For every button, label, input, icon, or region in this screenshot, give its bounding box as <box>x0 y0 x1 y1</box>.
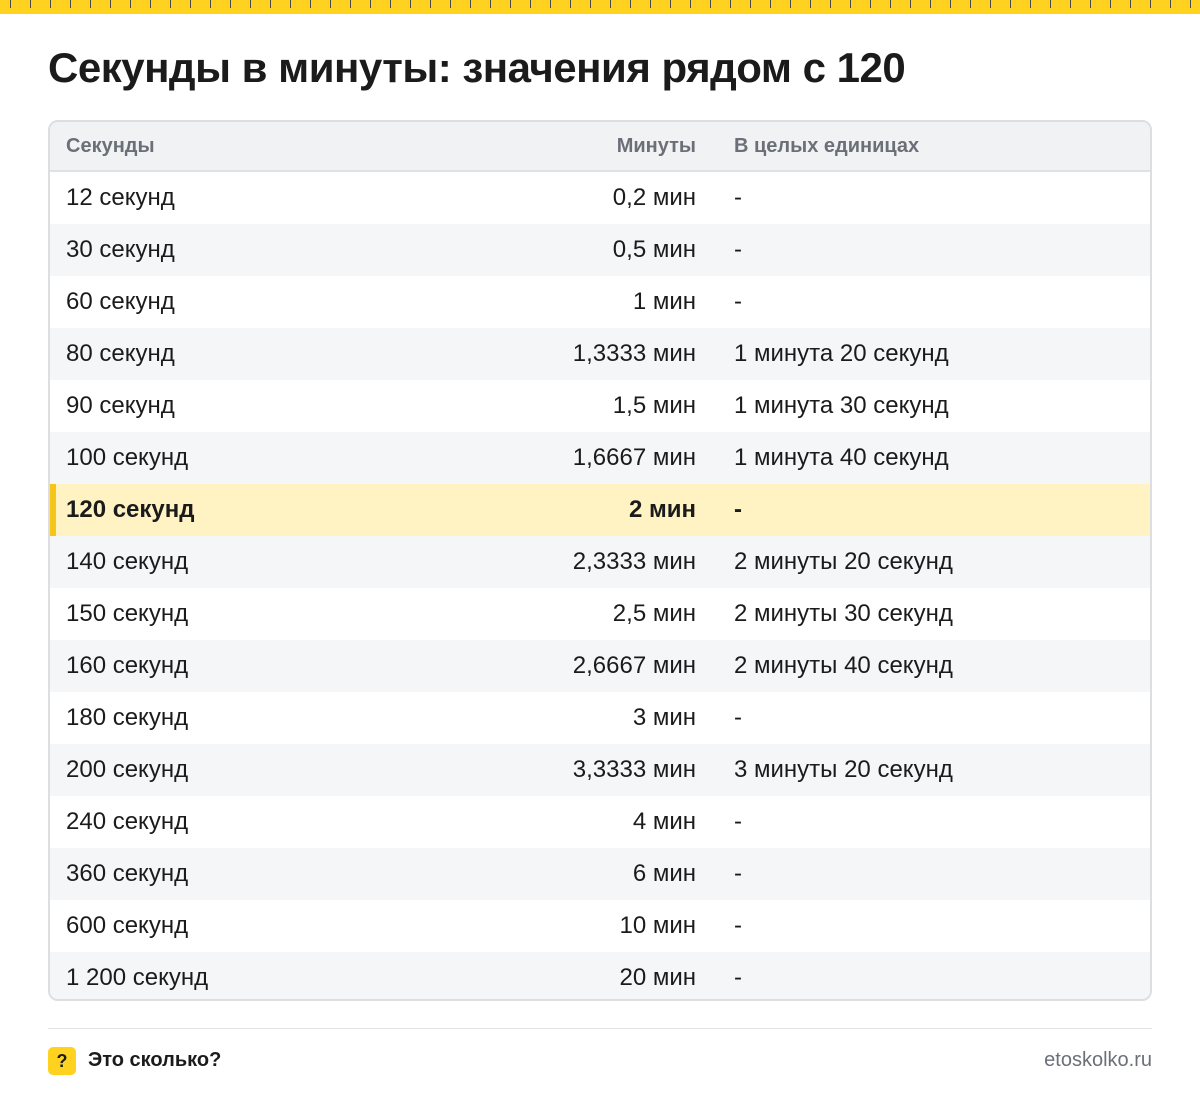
cell-whole-units: 1 минута 20 секунд <box>734 340 949 367</box>
table-row: 90 секунд 1,5 мин 1 минута 30 секунд <box>50 380 1150 432</box>
cell-whole-units: 1 минута 30 секунд <box>734 392 949 419</box>
table-row-highlighted: 120 секунд 2 мин - <box>50 484 1150 536</box>
table-row: 200 секунд 3,3333 мин 3 минуты 20 секунд <box>50 744 1150 796</box>
cell-seconds: 200 секунд <box>66 756 189 783</box>
cell-minutes: 10 мин <box>619 912 696 939</box>
table-row: 30 секунд 0,5 мин - <box>50 224 1150 276</box>
brand-logo-icon: ? <box>48 1047 76 1075</box>
cell-whole-units: - <box>734 288 742 315</box>
table-row: 140 секунд 2,3333 мин 2 минуты 20 секунд <box>50 536 1150 588</box>
cell-whole-units: 2 минуты 40 секунд <box>734 652 953 679</box>
cell-seconds: 30 секунд <box>66 236 175 263</box>
cell-seconds: 12 секунд <box>66 184 175 211</box>
cell-seconds: 140 секунд <box>66 548 189 575</box>
cell-whole-units: - <box>734 496 742 523</box>
cell-minutes: 2,3333 мин <box>572 548 696 575</box>
page-title: Секунды в минуты: значения рядом с 120 <box>48 44 906 91</box>
table-row: 240 секунд 4 мин - <box>50 796 1150 848</box>
cell-whole-units: - <box>734 860 742 887</box>
cell-whole-units: 2 минуты 30 секунд <box>734 600 953 627</box>
cell-seconds: 160 секунд <box>66 652 189 679</box>
table-row: 160 секунд 2,6667 мин 2 минуты 40 секунд <box>50 640 1150 692</box>
brand-name: Это сколько? <box>88 1049 222 1071</box>
cell-whole-units: - <box>734 964 742 991</box>
cell-minutes: 1,3333 мин <box>572 340 696 367</box>
cell-minutes: 0,5 мин <box>612 236 696 263</box>
cell-whole-units: - <box>734 808 742 835</box>
cell-minutes: 2 мин <box>628 496 696 523</box>
footer-divider <box>48 1028 1152 1029</box>
table-row: 150 секунд 2,5 мин 2 минуты 30 секунд <box>50 588 1150 640</box>
cell-seconds: 60 секунд <box>66 288 175 315</box>
table-row: 1 200 секунд 20 мин - <box>50 952 1150 999</box>
cell-whole-units: 2 минуты 20 секунд <box>734 548 953 575</box>
cell-minutes: 3 мин <box>632 704 696 731</box>
cell-whole-units: - <box>734 912 742 939</box>
header-whole-units: В целых единицах <box>734 134 920 157</box>
table-row: 60 секунд 1 мин - <box>50 276 1150 328</box>
conversion-table: Секунды Минуты В целых единицах 12 секун… <box>48 120 1152 1001</box>
cell-seconds: 120 секунд <box>66 496 195 523</box>
cell-whole-units: - <box>734 184 742 211</box>
cell-minutes: 2,5 мин <box>612 600 696 627</box>
cell-minutes: 1,5 мин <box>612 392 696 419</box>
table-row: 80 секунд 1,3333 мин 1 минута 20 секунд <box>50 328 1150 380</box>
cell-seconds: 150 секунд <box>66 600 189 627</box>
cell-seconds: 80 секунд <box>66 340 175 367</box>
table-row: 12 секунд 0,2 мин - <box>50 172 1150 224</box>
table-row: 360 секунд 6 мин - <box>50 848 1150 900</box>
cell-minutes: 3,3333 мин <box>572 756 696 783</box>
table-row: 600 секунд 10 мин - <box>50 900 1150 952</box>
cell-seconds: 1 200 секунд <box>66 964 209 991</box>
header-seconds: Секунды <box>66 134 155 157</box>
cell-seconds: 100 секунд <box>66 444 189 471</box>
cell-minutes: 6 мин <box>632 860 696 887</box>
cell-whole-units: 3 минуты 20 секунд <box>734 756 953 783</box>
cell-minutes: 2,6667 мин <box>572 652 696 679</box>
site-url[interactable]: etoskolko.ru <box>1044 1049 1152 1072</box>
cell-minutes: 4 мин <box>632 808 696 835</box>
cell-whole-units: 1 минута 40 секунд <box>734 444 949 471</box>
table-header-row: Секунды Минуты В целых единицах <box>50 122 1150 172</box>
cell-seconds: 240 секунд <box>66 808 189 835</box>
table-row: 180 секунд 3 мин - <box>50 692 1150 744</box>
cell-whole-units: - <box>734 236 742 263</box>
cell-minutes: 20 мин <box>619 964 696 991</box>
table-body: 12 секунд 0,2 мин -30 секунд 0,5 мин -60 сек… <box>50 172 1150 999</box>
header-minutes: Минуты <box>616 134 696 157</box>
cell-seconds: 600 секунд <box>66 912 189 939</box>
cell-seconds: 90 секунд <box>66 392 175 419</box>
cell-minutes: 1 мин <box>632 288 696 315</box>
cell-whole-units: - <box>734 704 742 731</box>
cell-minutes: 1,6667 мин <box>572 444 696 471</box>
cell-seconds: 180 секунд <box>66 704 189 731</box>
ruler-strip <box>0 0 1200 14</box>
cell-minutes: 0,2 мин <box>612 184 696 211</box>
table-row: 100 секунд 1,6667 мин 1 минута 40 секунд <box>50 432 1150 484</box>
cell-seconds: 360 секунд <box>66 860 189 887</box>
